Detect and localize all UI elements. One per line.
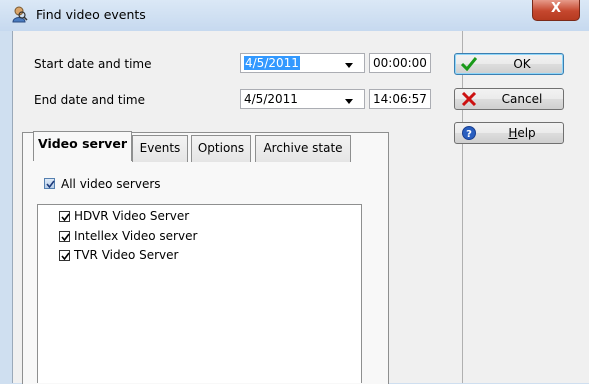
window-frame-left <box>0 31 12 383</box>
start-time-value: 00:00:00 <box>373 56 427 70</box>
cancel-label: Cancel <box>501 92 543 106</box>
tab-options[interactable]: Options <box>191 135 251 162</box>
checkmark-icon <box>61 233 70 242</box>
tab-events[interactable]: Events <box>132 135 188 162</box>
checkmark-icon <box>46 180 55 189</box>
red-x-icon <box>461 92 477 106</box>
window-title: Find video events <box>36 7 146 22</box>
end-time-field[interactable]: 14:06:57 <box>369 89 431 109</box>
svg-text:?: ? <box>466 129 472 140</box>
help-button[interactable]: ? Help <box>454 122 564 144</box>
list-item: Intellex Video server <box>74 229 198 243</box>
ok-label: OK <box>513 57 531 71</box>
help-question-icon: ? <box>462 126 476 140</box>
list-item: HDVR Video Server <box>74 209 190 223</box>
end-date-label: End date and time <box>34 93 145 107</box>
help-mnemonic: H <box>508 126 518 140</box>
all-video-servers-label: All video servers <box>61 177 161 191</box>
end-date-dropdown-icon[interactable] <box>345 99 353 104</box>
help-label: Help <box>481 126 563 140</box>
start-date-value: 4/5/2011 <box>244 56 300 70</box>
checkmark-icon <box>461 57 477 71</box>
close-button[interactable]: X <box>532 0 580 21</box>
start-date-dropdown-icon[interactable] <box>345 63 353 68</box>
start-date-label: Start date and time <box>34 57 152 71</box>
button-panel-divider <box>462 31 463 383</box>
title-bar[interactable]: Find video events X <box>0 0 589 31</box>
end-date-value: 4/5/2011 <box>244 92 298 106</box>
start-time-field[interactable]: 00:00:00 <box>369 53 431 73</box>
tab-archive-state[interactable]: Archive state <box>255 135 351 162</box>
server-checkbox-hdvr[interactable] <box>59 211 70 222</box>
cancel-button[interactable]: Cancel <box>454 88 564 110</box>
list-item: TVR Video Server <box>74 248 179 262</box>
help-label-rest: elp <box>517 126 536 140</box>
checkmark-icon <box>61 252 70 261</box>
server-checkbox-intellex[interactable] <box>59 231 70 242</box>
find-people-icon <box>12 6 28 23</box>
end-time-value: 14:06:57 <box>373 92 427 106</box>
server-checkbox-tvr[interactable] <box>59 250 70 261</box>
tab-video-server[interactable]: Video server <box>33 131 132 161</box>
ok-button[interactable]: OK <box>454 53 564 75</box>
all-video-servers-checkbox[interactable] <box>44 178 55 189</box>
checkmark-icon <box>61 213 70 222</box>
